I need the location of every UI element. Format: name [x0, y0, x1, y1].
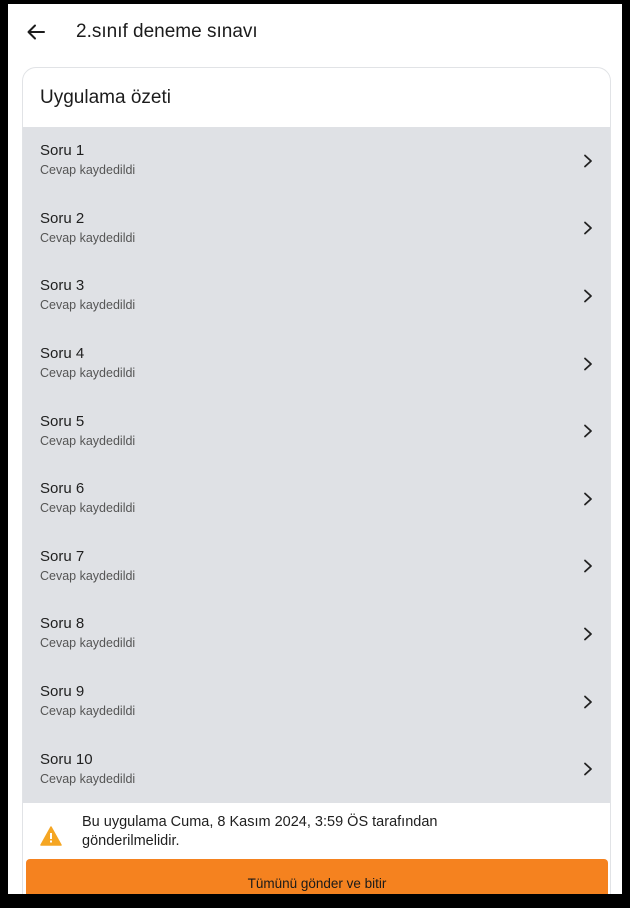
question-text: Soru 9 Cevap kaydedildi [40, 683, 135, 720]
app-bar: 2.sınıf deneme sınavı [8, 4, 622, 60]
chevron-right-icon [582, 627, 596, 641]
question-text: Soru 3 Cevap kaydedildi [40, 277, 135, 314]
question-row-7[interactable]: Soru 7 Cevap kaydedildi [23, 533, 610, 601]
question-status: Cevap kaydedildi [40, 771, 136, 786]
question-title: Soru 1 [40, 142, 85, 160]
deadline-notice: Bu uygulama Cuma, 8 Kasım 2024, 3:59 ÖS … [23, 802, 610, 863]
question-row-2[interactable]: Soru 2 Cevap kaydedildi [23, 195, 610, 263]
deadline-text: Bu uygulama Cuma, 8 Kasım 2024, 3:59 ÖS … [82, 813, 438, 849]
question-title: Soru 7 [40, 547, 85, 565]
question-list: Soru 1 Cevap kaydedildi Soru 2 Cevap kay… [23, 127, 610, 803]
chevron-right-icon [582, 695, 596, 709]
question-row-6[interactable]: Soru 6 Cevap kaydedildi [23, 465, 610, 533]
chevron-right-icon [582, 762, 596, 776]
question-row-1[interactable]: Soru 1 Cevap kaydedildi [23, 127, 610, 195]
question-title: Soru 4 [40, 345, 85, 363]
chevron-right-icon [582, 424, 596, 438]
question-text: Soru 8 Cevap kaydedildi [40, 615, 135, 652]
question-title: Soru 6 [40, 480, 85, 498]
chevron-right-icon [582, 221, 596, 235]
question-row-3[interactable]: Soru 3 Cevap kaydedildi [23, 262, 610, 330]
page-title: 2.sınıf deneme sınavı [76, 21, 258, 42]
chevron-right-icon [582, 289, 596, 303]
question-title: Soru 2 [40, 209, 85, 227]
question-status: Cevap kaydedildi [40, 230, 136, 245]
question-status: Cevap kaydedildi [40, 163, 136, 178]
chevron-right-icon [582, 559, 596, 573]
warning-triangle-icon [40, 826, 62, 848]
submit-area: Tümünü gönder ve bitir [26, 859, 608, 894]
question-row-8[interactable]: Soru 8 Cevap kaydedildi [23, 600, 610, 668]
question-title: Soru 5 [40, 412, 85, 430]
chevron-right-icon [582, 492, 596, 506]
question-text: Soru 2 Cevap kaydedildi [40, 210, 135, 247]
summary-title: Uygulama özeti [40, 86, 171, 108]
question-title: Soru 8 [40, 615, 85, 633]
submit-all-button[interactable]: Tümünü gönder ve bitir [26, 859, 608, 894]
question-row-10[interactable]: Soru 10 Cevap kaydedildi [23, 735, 610, 803]
question-row-9[interactable]: Soru 9 Cevap kaydedildi [23, 668, 610, 736]
question-text: Soru 6 Cevap kaydedildi [40, 480, 135, 517]
question-status: Cevap kaydedildi [40, 704, 136, 719]
question-row-5[interactable]: Soru 5 Cevap kaydedildi [23, 397, 610, 465]
summary-card: Uygulama özeti Soru 1 Cevap kaydedildi S… [22, 67, 611, 894]
question-title: Soru 10 [40, 750, 93, 768]
question-text: Soru 1 Cevap kaydedildi [40, 142, 135, 179]
question-row-4[interactable]: Soru 4 Cevap kaydedildi [23, 330, 610, 398]
question-status: Cevap kaydedildi [40, 366, 136, 381]
question-title: Soru 3 [40, 277, 85, 295]
arrow-left-icon[interactable] [26, 21, 48, 43]
question-status: Cevap kaydedildi [40, 298, 136, 313]
app-screen: 2.sınıf deneme sınavı Uygulama özeti Sor… [8, 4, 622, 894]
question-text: Soru 7 Cevap kaydedildi [40, 548, 135, 585]
chevron-right-icon [582, 357, 596, 371]
question-status: Cevap kaydedildi [40, 568, 136, 583]
question-status: Cevap kaydedildi [40, 636, 136, 651]
question-text: Soru 4 Cevap kaydedildi [40, 345, 135, 382]
question-status: Cevap kaydedildi [40, 433, 136, 448]
question-text: Soru 10 Cevap kaydedildi [40, 751, 135, 788]
chevron-right-icon [582, 154, 596, 168]
question-text: Soru 5 Cevap kaydedildi [40, 413, 135, 450]
question-status: Cevap kaydedildi [40, 501, 136, 516]
question-title: Soru 9 [40, 683, 85, 701]
